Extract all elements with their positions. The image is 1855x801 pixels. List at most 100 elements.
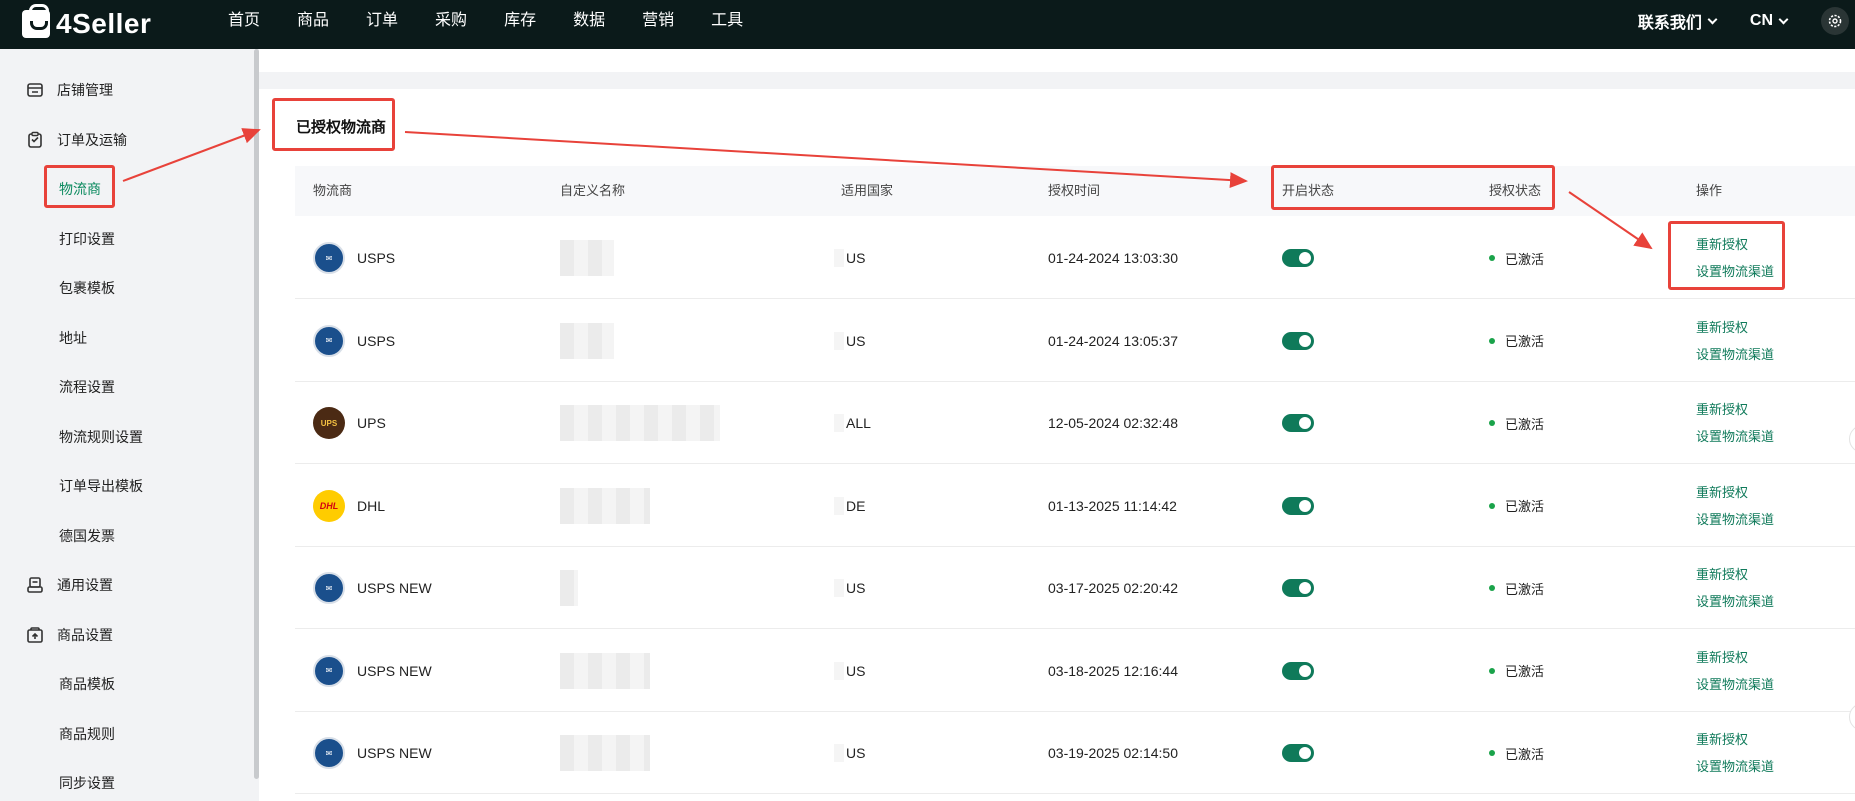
enable-toggle[interactable]	[1282, 414, 1314, 432]
custom-name-cell	[560, 217, 614, 299]
auth-status-cell: 已激活	[1489, 630, 1544, 712]
settings-button[interactable]	[1821, 7, 1849, 35]
auth-time-value: 03-18-2025 12:16:44	[1048, 662, 1178, 679]
sidebar-item-general-settings[interactable]: 通用设置	[0, 564, 113, 606]
sidebar-item-german-invoice[interactable]: 德国发票	[0, 515, 115, 557]
redacted-custom-name	[560, 570, 578, 606]
sidebar-item-product-settings[interactable]: 商品设置	[0, 614, 113, 656]
usps-logo-icon: ✉	[313, 572, 345, 604]
sidebar-item-order-export-templates[interactable]: 订单导出模板	[0, 465, 143, 507]
usps-logo-icon: ✉	[313, 654, 345, 687]
sidebar-item-sync-settings[interactable]: 同步设置	[0, 762, 115, 801]
table-row: UPS UPS ALL 12-05-2024 02:32:48 已激活 重新授权	[295, 382, 1855, 464]
country-value: US	[846, 580, 866, 596]
reauthorize-link[interactable]: 重新授权	[1696, 484, 1748, 501]
enable-toggle[interactable]	[1282, 496, 1314, 515]
status-dot-icon	[1489, 750, 1495, 756]
sidebar-item-label: 德国发票	[59, 528, 115, 544]
country-cell: US	[834, 712, 865, 794]
auth-time-cell: 03-19-2025 02:14:50	[1048, 712, 1178, 794]
enable-toggle[interactable]	[1282, 744, 1314, 762]
annotation-box-status-columns	[1271, 165, 1555, 210]
carrier-name: USPS	[357, 250, 396, 266]
auth-status-cell: 已激活	[1489, 300, 1544, 382]
status-dot-icon	[1489, 585, 1495, 591]
nav-item-inventory[interactable]: 库存	[504, 0, 536, 49]
top-right-controls: 联系我们 CN	[1638, 0, 1855, 42]
sidebar-item-orders-shipping[interactable]: 订单及运输	[0, 119, 127, 161]
reauthorize-link[interactable]: 重新授权	[1696, 566, 1748, 583]
redacted-custom-name	[560, 240, 614, 276]
carrier-cell: UPS UPS	[313, 382, 386, 464]
custom-name-cell	[560, 465, 650, 547]
actions-cell: 重新授权 设置物流渠道	[1696, 712, 1774, 794]
actions-cell: 重新授权 设置物流渠道	[1696, 382, 1774, 464]
nav-item-purchasing[interactable]: 采购	[435, 0, 467, 49]
column-header-country: 适用国家	[841, 183, 894, 198]
nav-item-products[interactable]: 商品	[297, 0, 329, 49]
status-badge: 已激活	[1505, 746, 1545, 762]
auth-status-cell: 已激活	[1489, 382, 1544, 464]
sidebar-item-package-templates[interactable]: 包裹模板	[0, 267, 115, 309]
set-channel-link[interactable]: 设置物流渠道	[1696, 758, 1774, 775]
country-cell: US	[834, 547, 865, 629]
dhl-logo-icon: DHL	[313, 489, 345, 522]
sidebar-item-print-settings[interactable]: 打印设置	[0, 218, 115, 260]
set-channel-link[interactable]: 设置物流渠道	[1696, 428, 1774, 445]
country-value: US	[846, 332, 866, 349]
enable-toggle[interactable]	[1282, 661, 1314, 680]
actions-cell: 重新授权 设置物流渠道	[1696, 547, 1774, 629]
printer-icon	[26, 576, 44, 594]
country-cell: ALL	[834, 382, 871, 464]
redacted-mark	[834, 331, 844, 350]
country-value: ALL	[846, 415, 871, 431]
contact-us-menu[interactable]: 联系我们	[1638, 9, 1718, 33]
country-value: US	[846, 250, 866, 266]
sidebar-item-label: 通用设置	[57, 577, 113, 593]
enable-toggle[interactable]	[1282, 579, 1314, 597]
brand-logo[interactable]: 4Seller	[22, 4, 151, 41]
sidebar-item-product-templates[interactable]: 商品模板	[0, 663, 115, 705]
auth-status-cell: 已激活	[1489, 217, 1544, 299]
reauthorize-link[interactable]: 重新授权	[1696, 649, 1748, 666]
auth-time-value: 01-24-2024 13:05:37	[1048, 332, 1178, 349]
sidebar-item-store-management[interactable]: 店铺管理	[0, 69, 113, 111]
sidebar-item-label: 订单及运输	[57, 132, 127, 148]
sidebar-item-workflow-settings[interactable]: 流程设置	[0, 366, 115, 408]
custom-name-cell	[560, 712, 650, 794]
carrier-cell: ✉ USPS NEW	[313, 547, 432, 629]
redacted-mark	[834, 661, 844, 680]
set-channel-link[interactable]: 设置物流渠道	[1696, 511, 1774, 528]
language-menu[interactable]: CN	[1750, 12, 1789, 30]
set-channel-link[interactable]: 设置物流渠道	[1696, 676, 1774, 693]
sidebar-item-label: 商品模板	[59, 676, 115, 692]
carrier-name: USPS NEW	[357, 580, 432, 596]
store-icon	[26, 81, 44, 99]
nav-item-home[interactable]: 首页	[228, 0, 260, 49]
nav-item-orders[interactable]: 订单	[366, 0, 398, 49]
status-badge: 已激活	[1505, 581, 1545, 597]
nav-item-marketing[interactable]: 营销	[642, 0, 674, 49]
redacted-custom-name	[560, 487, 650, 524]
sidebar-item-product-rules[interactable]: 商品规则	[0, 713, 115, 755]
sidebar-item-address[interactable]: 地址	[0, 317, 87, 359]
enable-toggle[interactable]	[1282, 331, 1314, 350]
sidebar-item-label: 商品规则	[59, 726, 115, 742]
reauthorize-link[interactable]: 重新授权	[1696, 401, 1748, 418]
chevron-down-icon	[1778, 14, 1789, 24]
annotation-box-title	[272, 98, 395, 151]
set-channel-link[interactable]: 设置物流渠道	[1696, 593, 1774, 610]
nav-item-data[interactable]: 数据	[573, 0, 605, 49]
set-channel-link[interactable]: 设置物流渠道	[1696, 346, 1774, 363]
country-value: US	[846, 662, 866, 679]
reauthorize-link[interactable]: 重新授权	[1696, 731, 1748, 748]
column-header-actions: 操作	[1696, 183, 1723, 198]
country-cell: US	[834, 630, 865, 712]
custom-name-cell	[560, 300, 614, 382]
auth-status-cell: 已激活	[1489, 547, 1544, 629]
enabled-cell	[1282, 382, 1314, 464]
enable-toggle[interactable]	[1282, 249, 1314, 267]
sidebar-item-logistics-rules[interactable]: 物流规则设置	[0, 416, 143, 458]
reauthorize-link[interactable]: 重新授权	[1696, 319, 1748, 336]
nav-item-tools[interactable]: 工具	[711, 0, 743, 49]
